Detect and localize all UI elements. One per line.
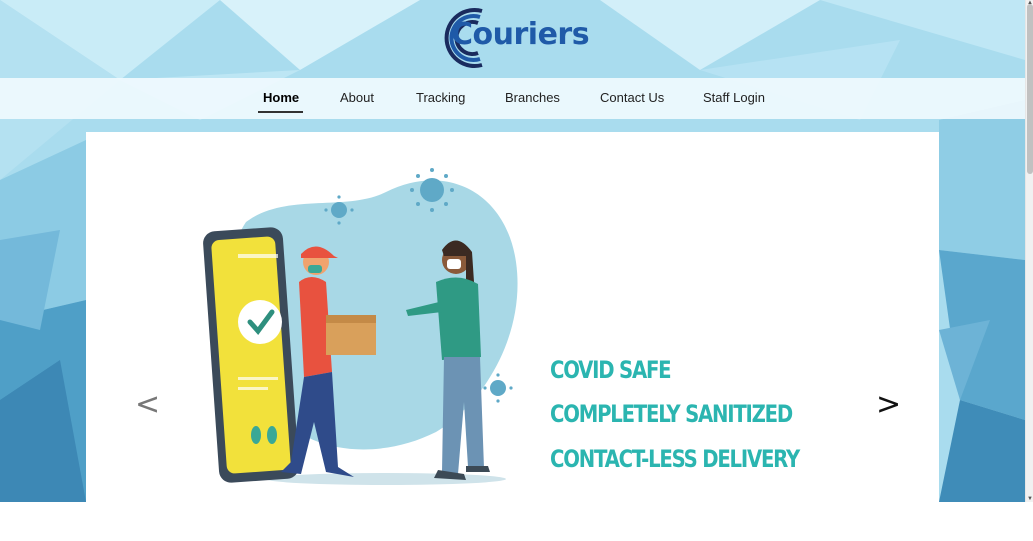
courier-delivery-illustration	[203, 168, 518, 485]
nav-branches[interactable]: Branches	[505, 90, 560, 105]
vertical-scrollbar[interactable]: ▲ ▼	[1025, 0, 1033, 502]
slide-headline-1: COVID SAFE	[550, 356, 672, 384]
carousel-prev-button[interactable]: <	[135, 390, 160, 420]
slide-headline-3: CONTACT-LESS DELIVERY	[550, 445, 800, 473]
active-nav-indicator	[258, 111, 303, 113]
nav-contact-us[interactable]: Contact Us	[600, 90, 664, 105]
nav-staff-login[interactable]: Staff Login	[703, 90, 765, 105]
nav-about[interactable]: About	[340, 90, 374, 105]
nav-tracking[interactable]: Tracking	[416, 90, 465, 105]
brand-name[interactable]: Couriers	[451, 17, 590, 52]
nav-home[interactable]: Home	[263, 90, 299, 105]
slide-headline-2: COMPLETELY SANITIZED	[550, 400, 793, 428]
carousel-slide: COVID SAFE COMPLETELY SANITIZED CONTACT-…	[86, 132, 939, 502]
main-navbar: Home About Tracking Branches Contact Us …	[0, 78, 1025, 119]
carousel-next-button[interactable]: >	[876, 390, 901, 420]
scrollbar-thumb[interactable]	[1027, 4, 1033, 174]
scroll-down-icon[interactable]: ▼	[1026, 496, 1033, 502]
page-viewport: Couriers Home About Tracking Branches Co…	[0, 0, 1025, 502]
